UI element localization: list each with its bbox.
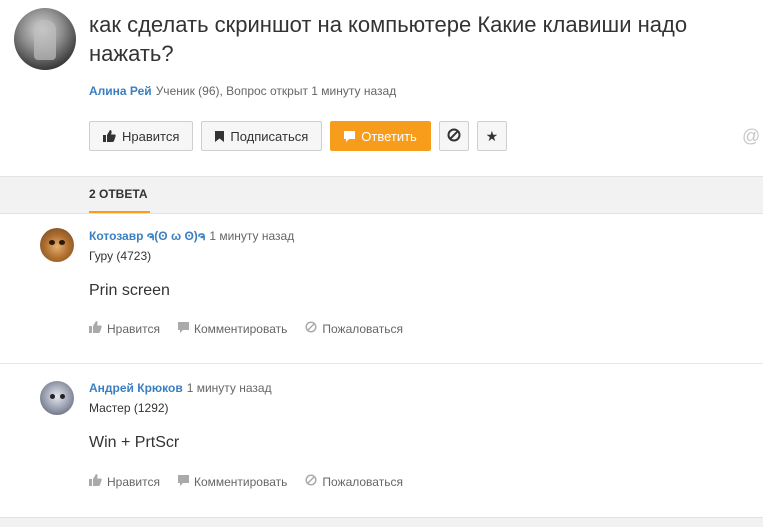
- answer-actions: Нравится Комментировать Пожаловаться: [89, 474, 403, 489]
- question-author-link[interactable]: Алина Рей: [89, 84, 152, 98]
- answers-count-tab[interactable]: 2 ОТВЕТА: [89, 177, 150, 213]
- comment-icon: [177, 321, 194, 336]
- block-icon: [447, 128, 461, 145]
- star-icon: ★: [485, 127, 499, 144]
- answer-comment-label: Комментировать: [193, 474, 288, 489]
- answer-author-avatar[interactable]: [40, 228, 74, 262]
- at-sign-icon[interactable]: @: [742, 126, 760, 147]
- answer-author-avatar[interactable]: [40, 381, 74, 415]
- answer-author-link[interactable]: Котозавр ຈ(ʘ ω ʘ)ຈ: [89, 229, 205, 243]
- answer-actions: Нравится Комментировать Пожаловаться: [89, 321, 403, 336]
- answer-like-label: Нравится: [107, 321, 160, 336]
- thumbs-up-icon: [89, 321, 107, 336]
- question-author-avatar[interactable]: [14, 8, 76, 70]
- answer-author-line: Котозавр ຈ(ʘ ω ʘ)ຈ 1 минуту назад: [89, 229, 294, 243]
- answer-author-rank: Мастер (1292): [89, 401, 169, 415]
- answer-time: 1 минуту назад: [186, 381, 272, 395]
- answer-report-button[interactable]: Пожаловаться: [305, 474, 403, 489]
- question-meta-text: Ученик (96), Вопрос открыт 1 минуту наза…: [155, 84, 397, 98]
- answer-like-button[interactable]: Нравится: [89, 474, 160, 489]
- comment-icon: [177, 474, 194, 489]
- question-title: как сделать скриншот на компьютере Какие…: [89, 12, 688, 66]
- block-icon: [305, 321, 322, 336]
- favorite-button[interactable]: ★: [476, 121, 507, 151]
- bookmark-icon: [215, 130, 225, 142]
- answer-time: 1 минуту назад: [209, 229, 295, 243]
- answer-report-label: Пожаловаться: [322, 321, 403, 336]
- avatar-figure: [34, 20, 56, 60]
- answer-button[interactable]: Ответить: [330, 121, 431, 151]
- answers-tab-bar: 2 ОТВЕТА: [0, 176, 763, 214]
- answer-comment-button[interactable]: Комментировать: [177, 474, 288, 489]
- answer-author-line: Андрей Крюков 1 минуту назад: [89, 381, 272, 395]
- answer-comment-label: Комментировать: [193, 321, 288, 336]
- subscribe-button-label: Подписаться: [230, 128, 309, 144]
- question-meta: Алина Рей Ученик (96), Вопрос открыт 1 ми…: [89, 84, 396, 98]
- like-button[interactable]: Нравится: [89, 121, 194, 151]
- answer-like-label: Нравится: [107, 474, 160, 489]
- question-actions: Нравится Подписаться Ответить ★: [89, 121, 507, 151]
- answer-report-button[interactable]: Пожаловаться: [305, 321, 403, 336]
- thumbs-up-icon: [89, 474, 107, 489]
- answer-text: Prin screen: [89, 282, 170, 299]
- answer-author-link[interactable]: Андрей Крюков: [89, 381, 183, 395]
- answer-text: Win + PrtScr: [89, 434, 180, 451]
- answer-author-rank: Гуру (4723): [89, 249, 152, 263]
- answer-comment-button[interactable]: Комментировать: [177, 321, 288, 336]
- like-button-label: Нравится: [122, 128, 180, 144]
- block-icon: [305, 474, 322, 489]
- answer-button-label: Ответить: [361, 128, 417, 144]
- subscribe-button[interactable]: Подписаться: [201, 121, 323, 151]
- comment-icon: [344, 130, 356, 142]
- thumbs-up-icon: [103, 130, 116, 142]
- answer-like-button[interactable]: Нравится: [89, 321, 160, 336]
- block-button[interactable]: [438, 121, 469, 151]
- answer-report-label: Пожаловаться: [322, 474, 403, 489]
- answer-divider: [0, 363, 763, 364]
